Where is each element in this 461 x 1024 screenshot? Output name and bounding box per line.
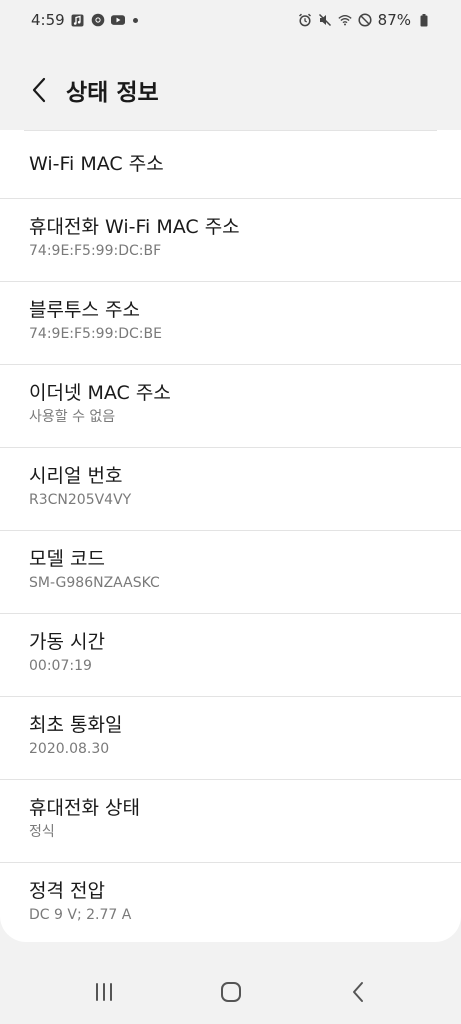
list-item-title: 가동 시간 bbox=[29, 631, 105, 653]
youtube-icon bbox=[110, 13, 125, 27]
recent-apps-icon bbox=[95, 983, 112, 1001]
music-note-icon bbox=[71, 13, 85, 27]
list-item-first-call-date[interactable]: 최초 통화일 2020.08.30 bbox=[0, 696, 461, 779]
home-icon bbox=[220, 982, 241, 1002]
status-bar: 4:59 87% bbox=[0, 0, 461, 40]
chrome-icon bbox=[91, 13, 105, 27]
list-item-title: 휴대전화 상태 bbox=[29, 797, 140, 819]
list-item-phone-status[interactable]: 휴대전화 상태 정식 bbox=[0, 779, 461, 862]
list-item-value: 74:9E:F5:99:DC:BF bbox=[29, 243, 162, 259]
list-item-title: Wi-Fi MAC 주소 bbox=[29, 153, 164, 175]
list-item-title: 이더넷 MAC 주소 bbox=[29, 382, 171, 404]
list-item-title: 블루투스 주소 bbox=[29, 299, 140, 321]
list-item-wifi-mac[interactable]: Wi-Fi MAC 주소 bbox=[0, 131, 461, 198]
list-item-value: DC 9 V; 2.77 A bbox=[29, 907, 132, 923]
home-button[interactable] bbox=[211, 972, 251, 1012]
do-not-disturb-icon bbox=[358, 13, 372, 27]
wifi-icon bbox=[338, 13, 352, 27]
list-item-uptime[interactable]: 가동 시간 00:07:19 bbox=[0, 613, 461, 696]
list-item-bluetooth-address[interactable]: 블루투스 주소 74:9E:F5:99:DC:BE bbox=[0, 281, 461, 364]
list-item-value: 00:07:19 bbox=[29, 658, 92, 674]
list-item-serial-number[interactable]: 시리얼 번호 R3CN205V4VY bbox=[0, 447, 461, 530]
list-item-title: 모델 코드 bbox=[29, 548, 105, 570]
list-item-rated-voltage[interactable]: 정격 전압 DC 9 V; 2.77 A bbox=[0, 862, 461, 942]
status-bar-left: 4:59 bbox=[31, 11, 138, 29]
app-header: 상태 정보 bbox=[0, 60, 461, 120]
list-item-value: 2020.08.30 bbox=[29, 741, 110, 757]
recent-apps-button[interactable] bbox=[84, 972, 124, 1012]
clock: 4:59 bbox=[31, 11, 65, 29]
status-bar-right: 87% bbox=[298, 11, 431, 29]
chevron-left-icon bbox=[32, 77, 46, 103]
list-item-title: 시리얼 번호 bbox=[29, 465, 123, 487]
status-info-list: Wi-Fi MAC 주소 휴대전화 Wi-Fi MAC 주소 74:9E:F5:… bbox=[0, 130, 461, 942]
list-item-phone-wifi-mac[interactable]: 휴대전화 Wi-Fi MAC 주소 74:9E:F5:99:DC:BF bbox=[0, 198, 461, 281]
list-item-value: R3CN205V4VY bbox=[29, 492, 132, 508]
list-item-value: 사용할 수 없음 bbox=[29, 409, 116, 425]
battery-percent: 87% bbox=[377, 11, 411, 29]
navigation-bar bbox=[0, 960, 461, 1024]
list-item-title: 정격 전압 bbox=[29, 880, 105, 902]
back-button[interactable] bbox=[24, 75, 54, 105]
notification-dot-icon bbox=[132, 17, 138, 23]
nav-back-button[interactable] bbox=[338, 972, 378, 1012]
mute-icon bbox=[318, 13, 332, 27]
list-item-value: 정식 bbox=[29, 824, 55, 840]
list-item-ethernet-mac[interactable]: 이더넷 MAC 주소 사용할 수 없음 bbox=[0, 364, 461, 447]
back-icon bbox=[352, 982, 363, 1002]
battery-icon bbox=[417, 13, 431, 27]
alarm-icon bbox=[298, 13, 312, 27]
list-item-model-code[interactable]: 모델 코드 SM-G986NZAASKC bbox=[0, 530, 461, 613]
list-item-title: 휴대전화 Wi-Fi MAC 주소 bbox=[29, 216, 240, 238]
page-title: 상태 정보 bbox=[66, 80, 159, 106]
list-item-title: 최초 통화일 bbox=[29, 714, 123, 736]
list-item-value: SM-G986NZAASKC bbox=[29, 575, 160, 591]
list-item-value: 74:9E:F5:99:DC:BE bbox=[29, 326, 162, 342]
